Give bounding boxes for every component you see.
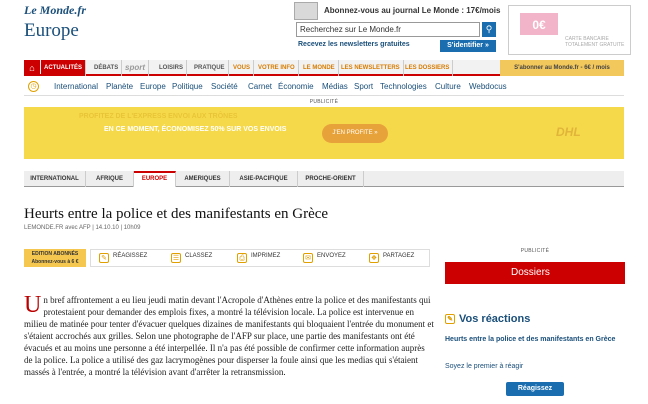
tab-proche-orient[interactable]: PROCHE-ORIENT bbox=[298, 171, 364, 187]
reactions-title: Vos réactions bbox=[459, 313, 531, 325]
nav-item-sport[interactable]: sport bbox=[122, 60, 149, 76]
email-icon[interactable]: ✉ bbox=[303, 253, 313, 263]
subnav-item-technologies[interactable]: Technologies bbox=[380, 82, 427, 91]
newsletter-link[interactable]: Recevez les newsletters gratuites bbox=[298, 41, 410, 48]
print-link[interactable]: IMPRIMEZ bbox=[251, 253, 280, 259]
search-icon[interactable]: ⚲ bbox=[482, 22, 496, 37]
subnav-item-economie[interactable]: Économie bbox=[278, 82, 314, 91]
subscribe-link[interactable]: S'abonner au Monde.fr - 6€ / mois bbox=[500, 60, 624, 76]
dropcap: U bbox=[24, 292, 42, 318]
comment-icon[interactable]: ✎ bbox=[99, 253, 109, 263]
subnav-item-international[interactable]: International bbox=[54, 82, 98, 91]
main-nav: ⌂ Actualités Débats sport Loisirs Pratiq… bbox=[24, 60, 624, 76]
sub-nav: ◷ International Planète Europe Politique… bbox=[24, 78, 624, 96]
comment-icon: ✎ bbox=[445, 314, 455, 325]
article-meta: LEMONDE.FR avec AFP | 14.10.10 | 10h09 bbox=[24, 225, 141, 231]
subnav-item-politique[interactable]: Politique bbox=[172, 82, 203, 91]
nav-item-newsletters[interactable]: Les newsletters bbox=[338, 60, 404, 76]
subscription-promo[interactable]: Abonnez-vous au journal Le Monde : 17€/m… bbox=[324, 6, 500, 15]
be-first-link[interactable]: Soyez le premier à réagir bbox=[445, 363, 523, 370]
react-button[interactable]: Réagissez bbox=[506, 382, 564, 396]
subnav-item-carnet[interactable]: Carnet bbox=[248, 82, 272, 91]
home-icon[interactable]: ⌂ bbox=[24, 60, 40, 76]
bookmark-icon[interactable]: ☰ bbox=[171, 253, 181, 263]
nav-item-le-monde[interactable]: Le Monde bbox=[300, 60, 339, 76]
ad-caption: CARTE BANCAIRE TOTALEMENT GRATUITE bbox=[565, 36, 625, 48]
banner-ad[interactable]: PROFITEZ DE L'EXPRESS ENVOI AUX TRÔNES E… bbox=[24, 107, 624, 159]
edition-badge[interactable]: EDITION ABONNÉS Abonnez-vous à 6 € bbox=[24, 249, 86, 267]
dossiers-box[interactable]: Dossiers bbox=[445, 262, 625, 284]
nav-item-pratique[interactable]: Pratique bbox=[191, 60, 229, 76]
search-input[interactable]: Recherchez sur Le Monde.fr bbox=[296, 22, 480, 37]
article-body: Un bref affrontement a eu lieu jeudi mat… bbox=[24, 292, 434, 378]
banner-cta-button[interactable]: J'EN PROFITE » bbox=[322, 124, 388, 143]
article-text: n bref affrontement a eu lieu jeudi mati… bbox=[24, 295, 434, 377]
clock-icon[interactable]: ◷ bbox=[28, 81, 39, 92]
article-title: Heurts entre la police et des manifestan… bbox=[24, 206, 329, 222]
sidebar-ad-label: PUBLICITÉ bbox=[520, 248, 550, 254]
nav-item-dossiers[interactable]: Les dossiers bbox=[402, 60, 454, 76]
share-icon[interactable]: ❖ bbox=[369, 253, 379, 263]
email-link[interactable]: ENVOYEZ bbox=[317, 253, 346, 259]
header-ad[interactable]: 0€ CARTE BANCAIRE TOTALEMENT GRATUITE bbox=[508, 5, 631, 55]
tab-international[interactable]: INTERNATIONAL bbox=[24, 171, 86, 187]
card-image: 0€ bbox=[519, 12, 559, 36]
ad-value: 0€ bbox=[532, 18, 546, 32]
save-link[interactable]: CLASSEZ bbox=[185, 253, 212, 259]
tab-europe[interactable]: EUROPE bbox=[134, 171, 176, 187]
login-button[interactable]: S'identifier » bbox=[440, 40, 496, 52]
section-title: Europe bbox=[24, 20, 79, 41]
tab-afrique[interactable]: AFRIQUE bbox=[86, 171, 134, 187]
subnav-item-culture[interactable]: Culture bbox=[435, 82, 461, 91]
subnav-item-webdocus[interactable]: Webdocus bbox=[469, 82, 507, 91]
article-toolbar: ✎ RÉAGISSEZ ☰ CLASSEZ ⎙ IMPRIMEZ ✉ ENVOY… bbox=[90, 249, 430, 267]
subnav-item-planete[interactable]: Planète bbox=[106, 82, 133, 91]
subnav-item-medias[interactable]: Médias bbox=[322, 82, 348, 91]
site-logo[interactable]: Le Monde.fr bbox=[24, 3, 86, 18]
banner-line1: PROFITEZ DE L'EXPRESS ENVOI AUX TRÔNES bbox=[79, 113, 238, 120]
tab-ameriques[interactable]: AMERIQUES bbox=[176, 171, 230, 187]
print-icon[interactable]: ⎙ bbox=[237, 253, 247, 263]
nav-item-debats[interactable]: Débats bbox=[91, 60, 123, 76]
nav-item-loisirs[interactable]: Loisirs bbox=[156, 60, 188, 76]
nav-item-actualites[interactable]: Actualités bbox=[41, 60, 86, 76]
region-tabs: INTERNATIONAL AFRIQUE EUROPE AMERIQUES A… bbox=[24, 171, 624, 187]
react-link[interactable]: RÉAGISSEZ bbox=[113, 253, 147, 259]
tab-asie-pacifique[interactable]: ASIE-PACIFIQUE bbox=[230, 171, 298, 187]
nav-item-vous[interactable]: Vous bbox=[230, 60, 255, 76]
subnav-item-sport[interactable]: Sport bbox=[354, 82, 373, 91]
subnav-item-societe[interactable]: Société bbox=[211, 82, 238, 91]
nav-item-votre-info[interactable]: Votre info bbox=[255, 60, 299, 76]
reaction-article-link[interactable]: Heurts entre la police et des manifestan… bbox=[445, 335, 625, 345]
banner-brand: DHL bbox=[556, 125, 581, 139]
ad-label: PUBLICITÉ bbox=[309, 99, 339, 105]
banner-line2: EN CE MOMENT, ÉCONOMISEZ 50% SUR VOS ENV… bbox=[104, 126, 287, 133]
subnav-item-europe[interactable]: Europe bbox=[140, 82, 166, 91]
share-link[interactable]: PARTAGEZ bbox=[383, 253, 414, 259]
newspaper-thumbnail[interactable] bbox=[294, 2, 318, 20]
reactions-header: ✎ Vos réactions bbox=[445, 313, 625, 325]
